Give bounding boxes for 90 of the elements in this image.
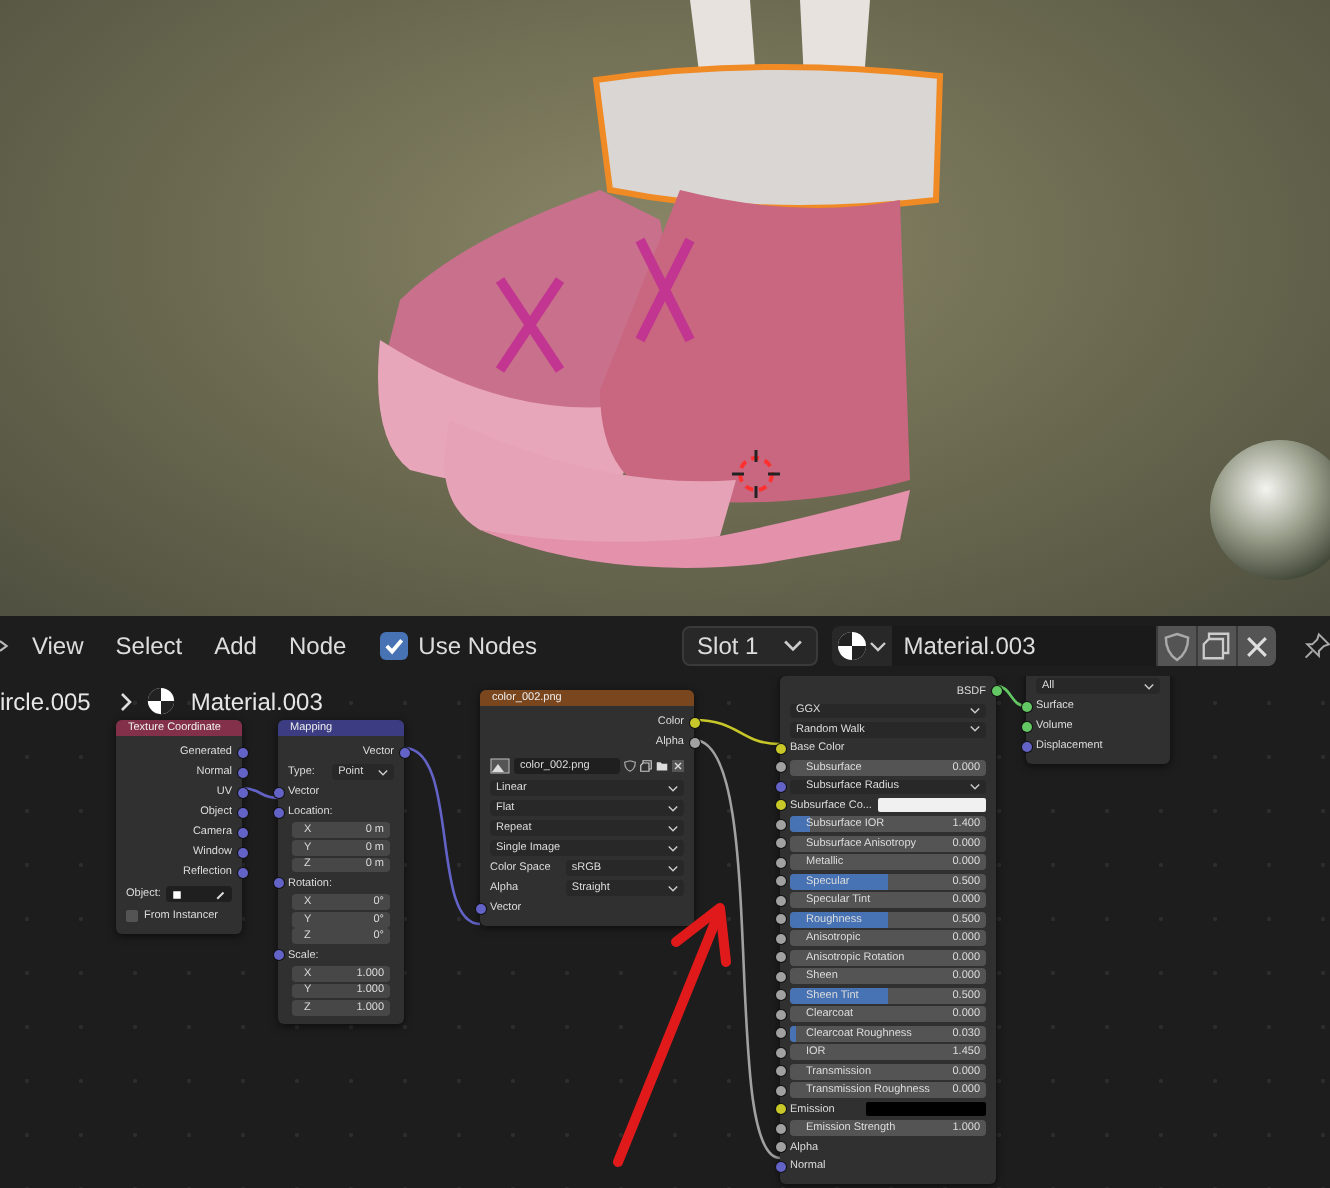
duplicate-icon[interactable]	[640, 759, 652, 771]
chevron-icon	[870, 641, 887, 651]
socket-dot[interactable]	[775, 990, 785, 1001]
socket-dot[interactable]	[775, 1085, 785, 1096]
material-icon	[146, 686, 177, 716]
socket-dot[interactable]	[991, 686, 1001, 697]
socket-dot[interactable]	[689, 737, 699, 747]
shield-icon[interactable]	[624, 759, 636, 771]
folder-icon[interactable]	[656, 759, 668, 771]
shader-node[interactable]	[780, 676, 996, 1184]
fake-user-shield-button[interactable]	[1155, 626, 1196, 666]
socket-dot[interactable]	[399, 747, 409, 757]
socket-dot[interactable]	[237, 807, 247, 817]
socket-dot[interactable]	[775, 781, 785, 792]
socket-dot[interactable]	[775, 1161, 785, 1172]
3d-cursor-icon	[730, 448, 782, 500]
socket-dot[interactable]	[775, 743, 785, 754]
socket-dot[interactable]	[475, 903, 485, 913]
use-nodes-checkbox[interactable]: Use Nodes	[376, 626, 542, 666]
socket-dot[interactable]	[775, 1028, 785, 1039]
socket-dot[interactable]	[237, 847, 247, 857]
chevron-icon	[970, 707, 980, 714]
socket-dot[interactable]	[775, 895, 785, 906]
chevron-icon	[1144, 683, 1154, 689]
socket-dot[interactable]	[775, 819, 785, 830]
socket-dot[interactable]	[775, 1123, 785, 1134]
menu-item[interactable]: View	[17, 626, 98, 666]
socket-dot[interactable]	[237, 747, 247, 757]
socket-dot[interactable]	[775, 1047, 785, 1058]
socket-dot[interactable]	[237, 827, 247, 837]
close-icon	[1245, 635, 1268, 657]
close-button[interactable]	[1235, 626, 1276, 666]
chevron-icon	[668, 885, 678, 891]
chevron-icon[interactable]	[0, 638, 10, 654]
material-icon	[836, 630, 869, 662]
socket-dot[interactable]	[273, 878, 283, 889]
image-icon[interactable]	[490, 757, 510, 773]
socket-dot[interactable]	[775, 762, 785, 773]
socket-dot[interactable]	[775, 914, 785, 925]
node-link	[241, 786, 279, 800]
socket-dot[interactable]	[1021, 701, 1031, 711]
socket-dot[interactable]	[273, 807, 283, 817]
socket-dot[interactable]	[775, 857, 785, 868]
chevron-icon	[668, 865, 678, 871]
chevron-icon	[970, 726, 980, 733]
socket-dot[interactable]	[237, 787, 247, 797]
socket-dot[interactable]	[775, 1009, 785, 1020]
chevron-icon	[120, 691, 133, 711]
slot-dropdown[interactable]: Slot 1	[681, 626, 818, 666]
socket-dot[interactable]	[237, 867, 247, 877]
socket-dot[interactable]	[1021, 741, 1031, 751]
close-icon[interactable]	[672, 759, 684, 771]
socket-dot[interactable]	[1021, 721, 1031, 731]
chevron-icon	[970, 783, 980, 790]
color-swatch[interactable]	[877, 798, 986, 813]
socket-dot[interactable]	[775, 952, 785, 963]
menu-item[interactable]: Add	[200, 626, 271, 666]
socket-dot[interactable]	[775, 800, 785, 811]
object-field[interactable]	[166, 886, 232, 902]
socket-dot[interactable]	[273, 950, 283, 961]
chevron-icon	[783, 640, 802, 652]
shield-icon	[1163, 631, 1190, 661]
menu-item[interactable]: Node	[274, 626, 361, 666]
socket-dot[interactable]	[775, 838, 785, 849]
socket-dot[interactable]	[775, 933, 785, 944]
socket-dot[interactable]	[689, 717, 699, 727]
chevron-icon	[668, 845, 678, 851]
breadcrumb-material: Material.003	[190, 687, 323, 715]
socket-dot[interactable]	[775, 1066, 785, 1077]
breadcrumb-object: ircle.005	[0, 687, 91, 715]
chevron-icon	[668, 805, 678, 811]
socket-dot[interactable]	[273, 787, 283, 797]
socket-dot[interactable]	[237, 767, 247, 777]
menu-item[interactable]: Select	[101, 626, 197, 666]
pin-icon[interactable]	[1303, 630, 1330, 662]
socket-dot[interactable]	[775, 971, 785, 982]
duplicate-icon	[1202, 632, 1231, 660]
socket-dot[interactable]	[775, 1142, 785, 1153]
duplicate-button[interactable]	[1195, 626, 1236, 666]
eyedropper-icon[interactable]	[216, 889, 226, 899]
check-icon	[382, 634, 407, 658]
material-browse-button[interactable]	[831, 626, 892, 666]
node-link	[995, 684, 1027, 708]
chevron-icon	[668, 785, 678, 791]
socket-dot[interactable]	[775, 876, 785, 887]
chevron-icon	[378, 769, 388, 775]
object-icon	[172, 889, 183, 899]
color-swatch[interactable]	[866, 1102, 986, 1117]
chevron-icon	[668, 825, 678, 831]
socket-dot[interactable]	[775, 1104, 785, 1115]
